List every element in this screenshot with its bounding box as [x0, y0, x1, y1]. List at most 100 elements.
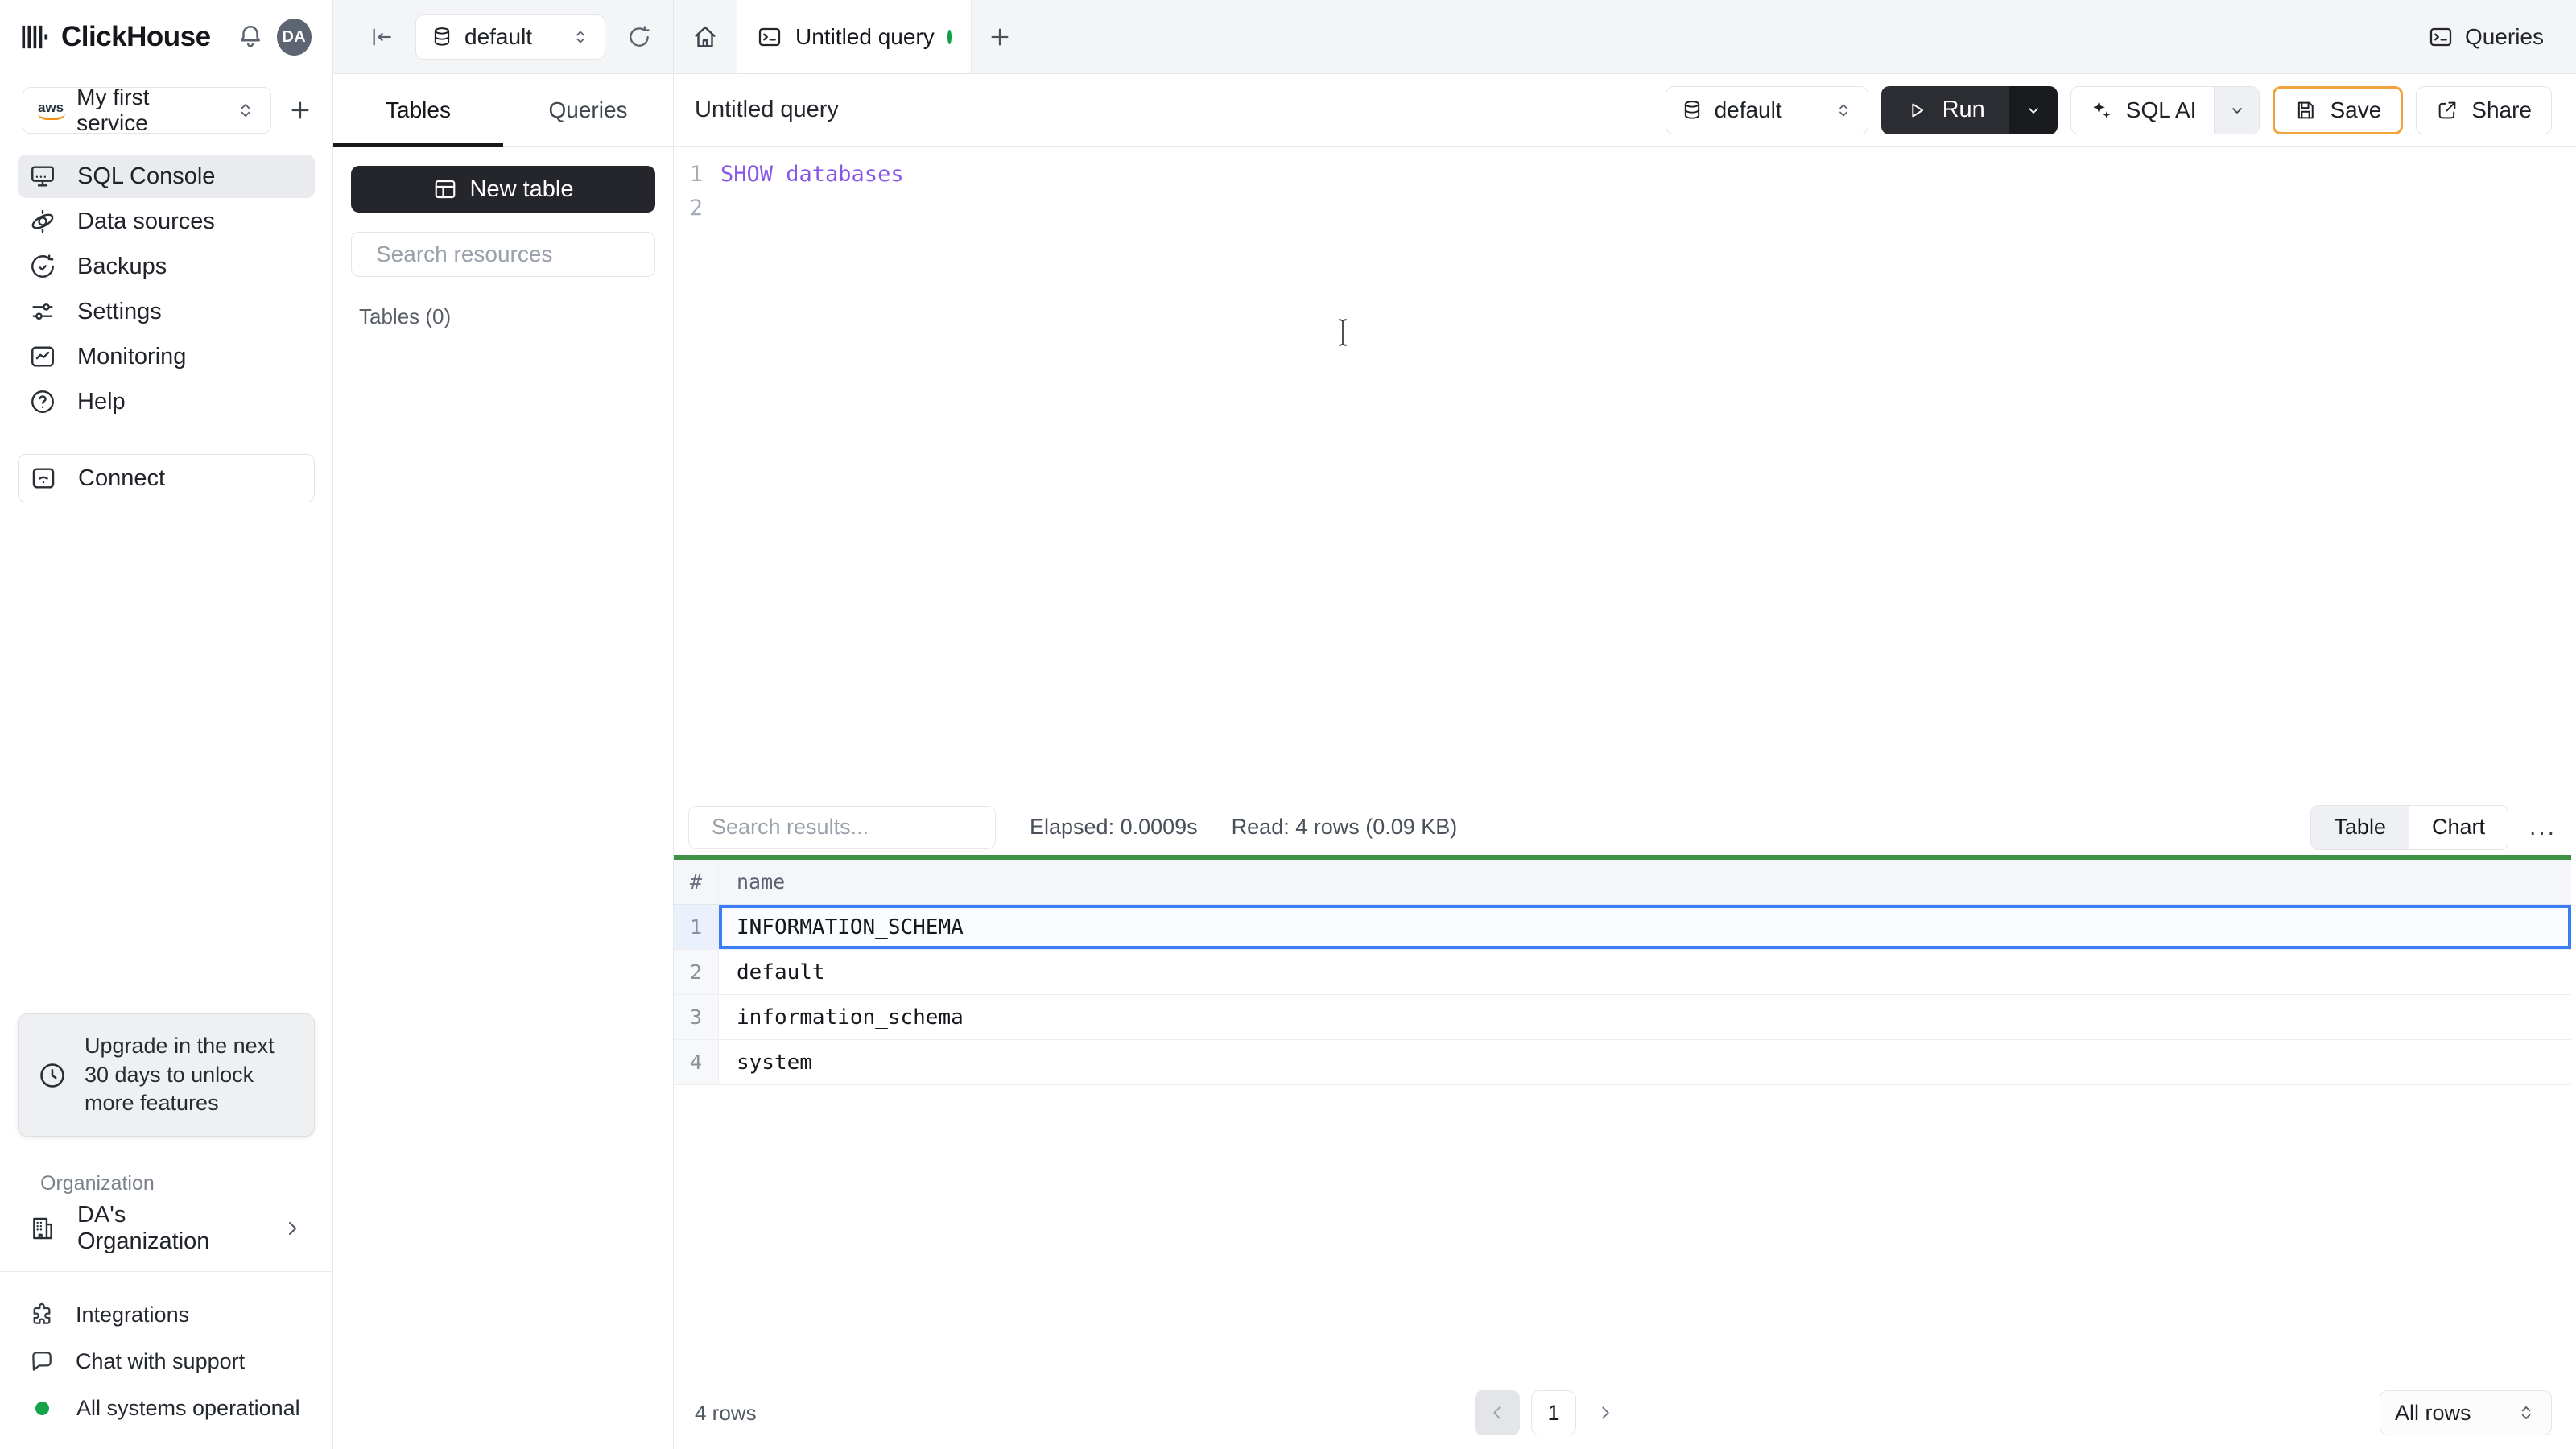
explorer-body: New table Tables (0) [333, 147, 673, 349]
sidebar-footer: Integrations Chat with support All syste… [0, 1272, 332, 1449]
tab-queries[interactable]: Queries [503, 74, 673, 146]
share-button[interactable]: Share [2416, 85, 2552, 134]
run-button-group: Run [1880, 85, 2058, 134]
query-title[interactable]: Untitled query [695, 97, 1653, 123]
chevron-updown-icon [576, 31, 584, 43]
query-database-selector[interactable]: default [1665, 85, 1868, 134]
text-cursor-icon [1332, 317, 1353, 348]
save-label: Save [2330, 97, 2382, 122]
organization-switcher[interactable]: DA's Organization [18, 1202, 315, 1254]
tab-tables[interactable]: Tables [333, 74, 503, 147]
sidebar-item-label: Data sources [77, 208, 215, 234]
footer-item-label: All systems operational [76, 1395, 300, 1420]
explorer-panel: Tables Queries New table Tables (0) [333, 74, 674, 1449]
integrations-link[interactable]: Integrations [18, 1294, 315, 1335]
refresh-icon[interactable] [626, 24, 652, 50]
notifications-bell-icon[interactable] [237, 23, 264, 51]
clickhouse-logo-icon [22, 25, 48, 49]
main-column: default Untitled query Queries Tables Qu… [333, 0, 2576, 1449]
terminal-icon [757, 24, 782, 50]
service-name: My first service [76, 85, 150, 135]
sql-ai-options-button[interactable] [2214, 86, 2260, 134]
table-row[interactable]: 4 system [674, 1040, 2571, 1085]
sidebar-item-backups[interactable]: Backups [18, 245, 315, 288]
table-grid-icon [435, 180, 455, 199]
service-selector[interactable]: aws My first service [23, 85, 271, 135]
table-row[interactable]: 2 default [674, 950, 2571, 995]
sidebar-item-data-sources[interactable]: Data sources [18, 200, 315, 243]
user-avatar[interactable]: DA [276, 19, 312, 56]
upgrade-text: Upgrade in the next 30 days to unlock mo… [85, 1034, 275, 1116]
collapse-sidebar-icon[interactable] [369, 24, 394, 50]
table-row[interactable]: 1 INFORMATION_SCHEMA [674, 905, 2571, 950]
previous-page-button[interactable] [1474, 1390, 1520, 1435]
row-index: 3 [674, 995, 719, 1039]
topbar-database-selector[interactable]: default [415, 14, 605, 60]
terminal-icon [2428, 24, 2454, 50]
settings-sliders-icon [29, 298, 56, 325]
search-resources-input[interactable] [376, 242, 667, 267]
database-icon [434, 27, 450, 46]
sidebar-item-help[interactable]: Help [18, 380, 315, 423]
sql-console-icon [29, 163, 56, 190]
connect-icon [30, 464, 57, 492]
sql-code: SHOW databases [720, 162, 904, 187]
explorer-tabs: Tables Queries [333, 74, 673, 147]
play-icon [1911, 102, 1923, 118]
row-value[interactable]: default [719, 950, 2571, 994]
app-root: ClickHouse DA aws My first service SQL C… [0, 0, 2576, 1449]
next-page-button[interactable] [1587, 1390, 1623, 1435]
row-value[interactable]: system [719, 1040, 2571, 1084]
sidebar-item-sql-console[interactable]: SQL Console [18, 155, 315, 198]
run-button[interactable]: Run [1880, 85, 2009, 134]
workspace: Untitled query default Run SQL AI Save S… [674, 74, 2576, 1449]
sidebar-item-settings[interactable]: Settings [18, 290, 315, 333]
service-row: aws My first service [23, 85, 313, 135]
pagination: 1 [1474, 1390, 1623, 1435]
topbar: default Untitled query Queries [333, 0, 2576, 74]
sql-ai-button-group: SQL AI [2070, 85, 2260, 134]
table-row[interactable]: 3 information_schema [674, 995, 2571, 1040]
new-table-label: New table [469, 175, 574, 202]
queries-button[interactable]: Queries [2412, 0, 2576, 73]
database-icon [1684, 100, 1699, 119]
results-table: # name 1 INFORMATION_SCHEMA 2 default 3 … [674, 855, 2571, 1085]
chevron-down-icon [2232, 107, 2242, 114]
chevron-down-icon [2028, 107, 2038, 114]
column-header-name[interactable]: name [719, 860, 2571, 904]
search-results-input[interactable] [712, 815, 997, 840]
new-tab-button[interactable] [972, 0, 1028, 73]
chat-support-link[interactable]: Chat with support [18, 1341, 315, 1381]
results-more-button[interactable]: ... [2529, 815, 2557, 840]
share-external-icon [2438, 101, 2456, 118]
connect-button[interactable]: Connect [18, 454, 315, 502]
help-circle-icon [29, 388, 56, 415]
topbar-left-controls: default [333, 0, 674, 73]
table-header-row: # name [674, 860, 2571, 905]
tab-untitled-query[interactable]: Untitled query [737, 0, 972, 73]
status-green-dot-icon [35, 1401, 49, 1415]
system-status[interactable]: All systems operational [18, 1388, 315, 1428]
row-value[interactable]: information_schema [719, 995, 2571, 1039]
queries-button-label: Queries [2464, 23, 2544, 49]
toggle-table[interactable]: Table [2311, 805, 2409, 849]
page-size-selector[interactable]: All rows [2380, 1390, 2552, 1435]
upgrade-notice[interactable]: Upgrade in the next 30 days to unlock mo… [18, 1013, 315, 1137]
sql-editor[interactable]: 1 SHOW databases 2 [674, 147, 2576, 799]
sidebar-item-monitoring[interactable]: Monitoring [18, 335, 315, 378]
run-options-button[interactable] [2008, 85, 2058, 134]
row-value[interactable]: INFORMATION_SCHEMA [719, 905, 2571, 949]
new-table-button[interactable]: New table [351, 166, 655, 213]
save-button[interactable]: Save [2273, 85, 2404, 134]
toggle-chart[interactable]: Chart [2408, 805, 2508, 849]
read-stats: Read: 4 rows (0.09 KB) [1231, 815, 1458, 839]
current-page[interactable]: 1 [1530, 1390, 1576, 1435]
column-header-index: # [674, 860, 719, 904]
organization-section-label: Organization [40, 1172, 155, 1195]
sql-ai-button[interactable]: SQL AI [2071, 87, 2215, 134]
chevron-updown-icon [241, 104, 250, 117]
chevron-updown-icon [2521, 1406, 2531, 1419]
home-button[interactable] [674, 0, 737, 73]
add-service-button[interactable] [287, 97, 313, 123]
